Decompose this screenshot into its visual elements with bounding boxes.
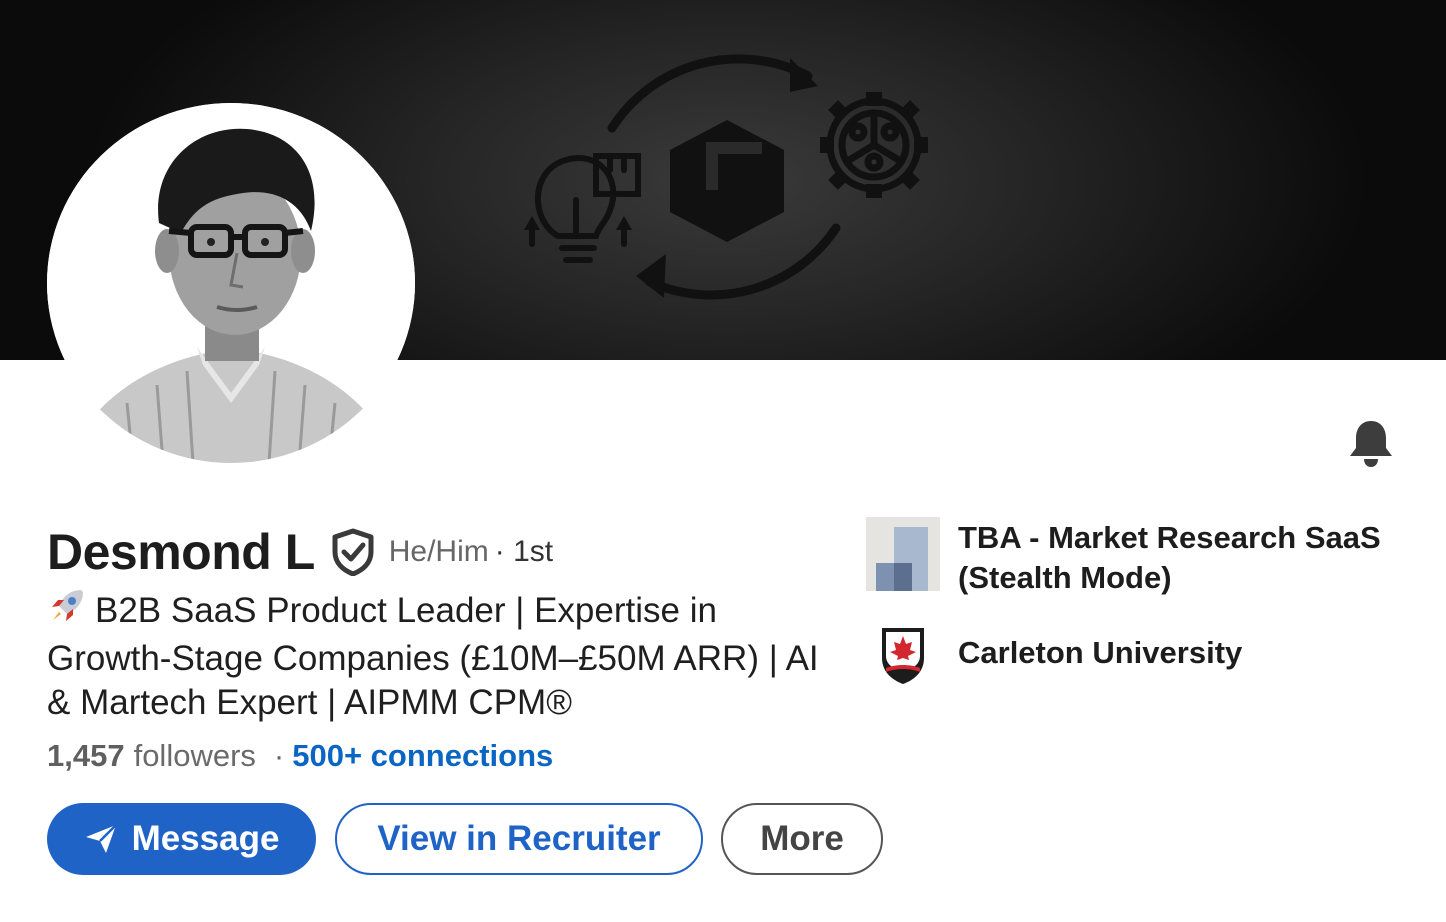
current-company-link[interactable]: TBA - Market Research SaaS (Stealth Mode…	[866, 517, 1418, 598]
followers-label: followers	[133, 738, 256, 773]
headline-text: B2B SaaS Product Leader | Expertise in G…	[47, 591, 819, 722]
profile-headline: B2B SaaS Product Leader | Expertise in G…	[47, 586, 827, 725]
profile-name-row: Desmond L He/Him · 1st	[47, 520, 553, 584]
bell-icon	[1350, 421, 1392, 467]
connections-link[interactable]: 500+ connections	[292, 738, 553, 774]
message-button[interactable]: Message	[47, 803, 316, 875]
view-in-recruiter-button[interactable]: View in Recruiter	[335, 803, 703, 875]
notification-bell-button[interactable]	[1344, 416, 1398, 470]
pronouns: He/Him	[388, 535, 489, 568]
profile-name: Desmond L	[47, 524, 315, 580]
company-name: TBA - Market Research SaaS (Stealth Mode…	[958, 520, 1381, 595]
verified-badge[interactable]	[331, 528, 377, 576]
paper-plane-icon	[84, 823, 118, 855]
avatar-illustration	[47, 103, 415, 463]
more-button[interactable]: More	[721, 803, 883, 875]
stats-separator: ·	[273, 738, 285, 773]
rocket-icon	[47, 586, 95, 637]
shield-check-icon	[332, 528, 374, 576]
message-button-label: Message	[131, 819, 280, 858]
school-logo	[866, 622, 940, 696]
followers-count: 1,457	[47, 738, 125, 773]
profile-stats: 1,457 followers · 500+ connections	[47, 736, 553, 776]
connection-degree: · 1st	[494, 535, 554, 568]
education-link[interactable]: Carleton University	[866, 622, 1418, 696]
company-logo	[866, 517, 940, 591]
profile-photo[interactable]	[47, 103, 415, 463]
school-name: Carleton University	[958, 635, 1243, 670]
